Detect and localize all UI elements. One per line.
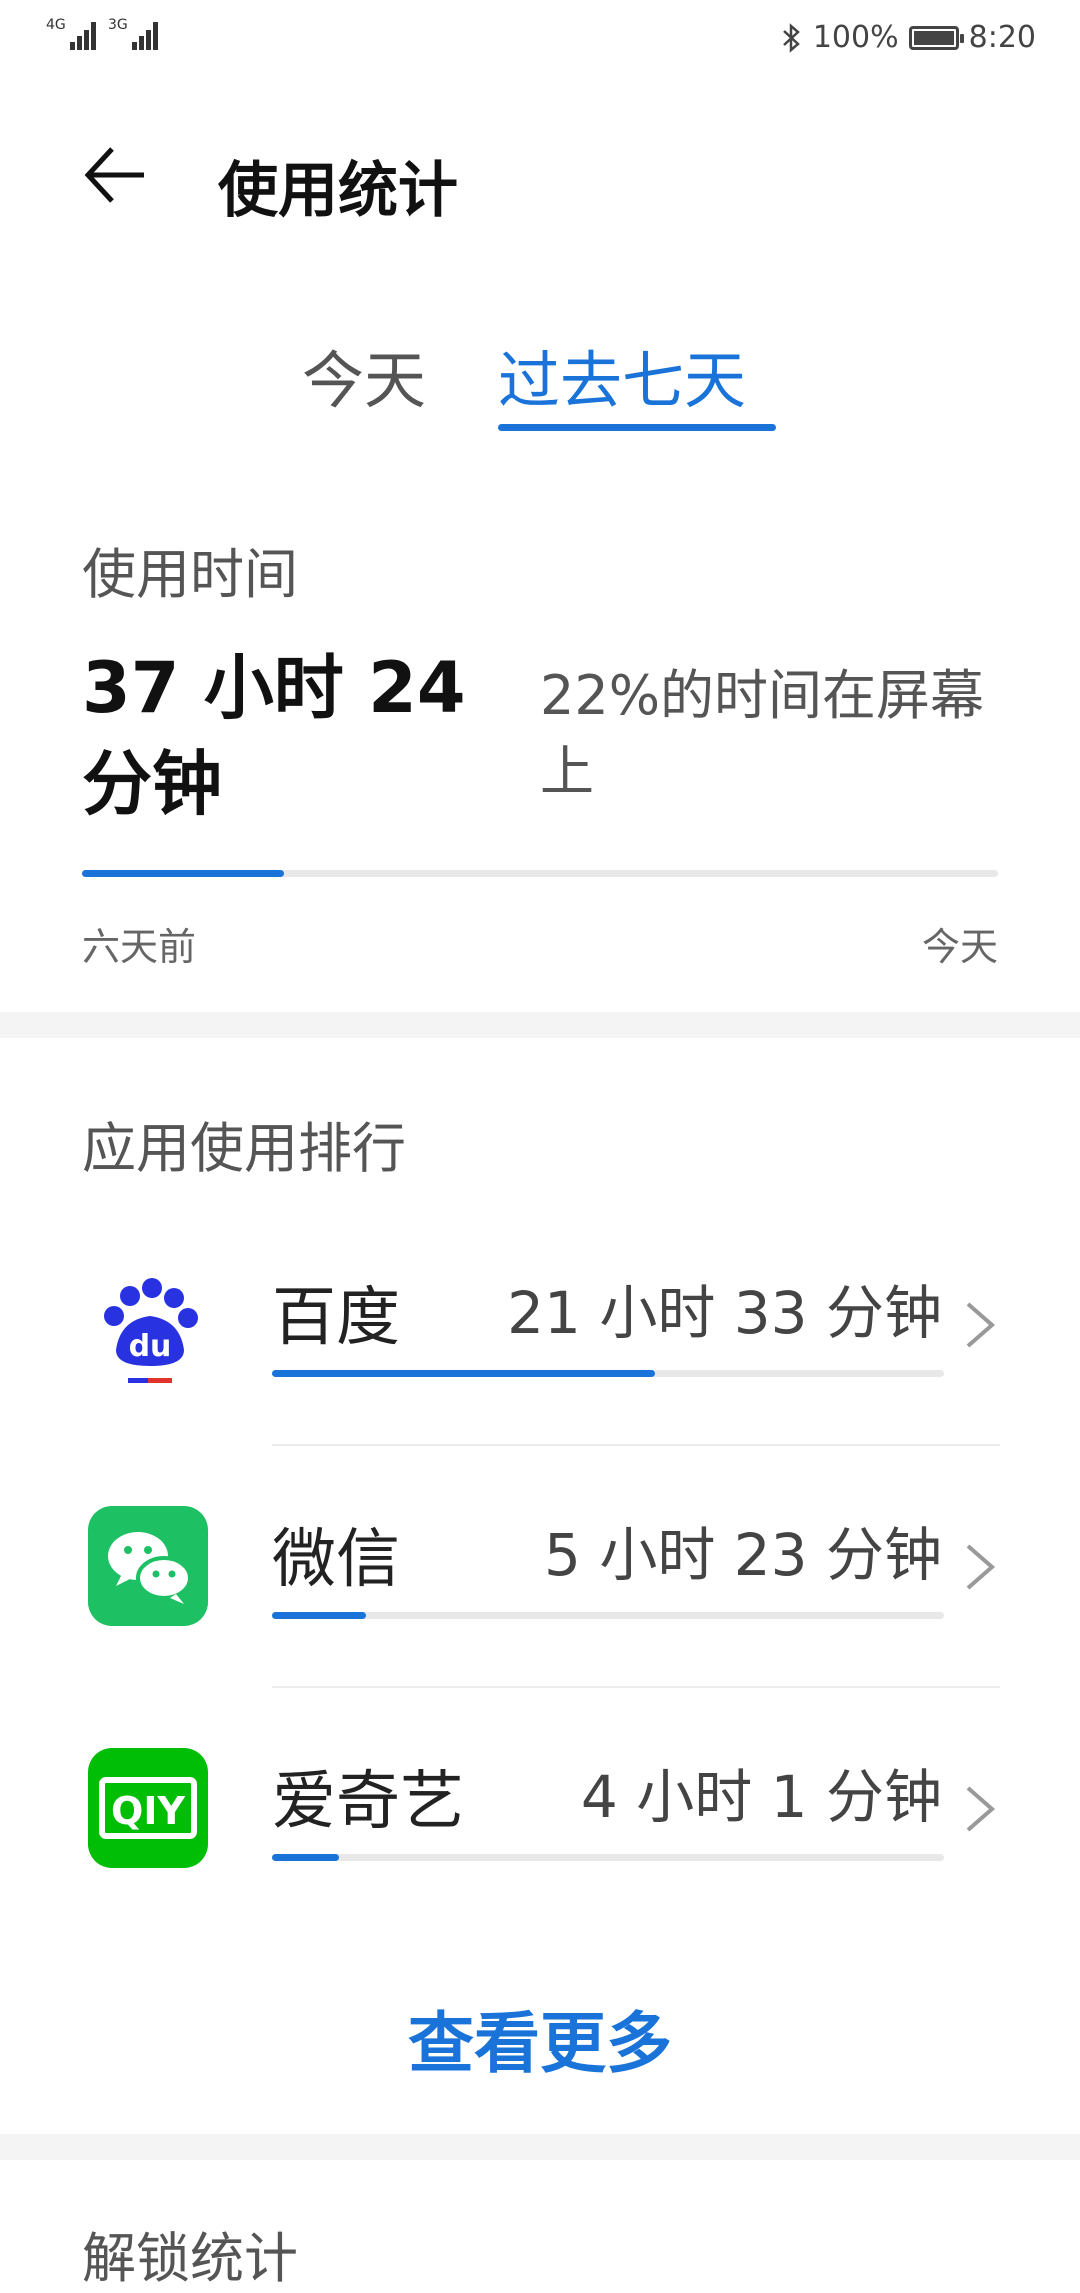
app-usage-track	[272, 1854, 944, 1861]
iqiyi-icon: QIY	[88, 1748, 208, 1868]
status-right: 100% 8:20	[781, 20, 1036, 55]
app-name: 微信	[272, 1523, 400, 1597]
battery-percent: 100%	[812, 20, 899, 55]
app-row-wechat[interactable]: 微信 5 小时 23 分钟	[0, 1472, 1080, 1672]
app-usage-track	[272, 1612, 944, 1619]
back-button[interactable]	[80, 140, 160, 220]
signal-sim1: 4G	[46, 18, 96, 50]
app-name: 爱奇艺	[272, 1765, 464, 1839]
app-duration: 4 小时 1 分钟	[580, 1763, 942, 1831]
axis-start-label: 六天前	[82, 925, 197, 969]
battery-level	[913, 30, 954, 45]
page-title: 使用统计	[218, 156, 458, 226]
bluetooth-icon	[782, 22, 800, 53]
tab-today[interactable]: 今天	[302, 330, 426, 420]
arrow-left-icon	[84, 147, 144, 203]
network-type-sim2: 3G	[108, 17, 128, 33]
row-divider	[272, 1686, 1000, 1688]
tab-active-indicator	[498, 424, 776, 431]
app-duration: 21 小时 33 分钟	[507, 1279, 942, 1347]
tab-past-seven-days[interactable]: 过去七天	[498, 330, 746, 420]
app-duration: 5 小时 23 分钟	[543, 1521, 942, 1589]
svg-text:du: du	[129, 1329, 172, 1364]
usage-time-label: 使用时间	[82, 543, 298, 606]
signal-sim2: 3G	[108, 18, 158, 50]
see-more-button[interactable]: 查看更多	[0, 1990, 1080, 2086]
screen-share-text: 22%的时间在屏幕上	[540, 664, 985, 803]
axis-end-label: 今天	[921, 925, 998, 969]
svg-text:QIY: QIY	[111, 1789, 185, 1833]
status-bar: 4G 3G 100% 8:20	[0, 0, 1080, 86]
app-usage-fill	[272, 1370, 656, 1377]
wechat-icon	[88, 1506, 208, 1626]
row-divider	[272, 1444, 1000, 1446]
baidu-icon: du	[90, 1270, 210, 1390]
usage-progress-track	[82, 870, 998, 877]
chevron-right-icon	[966, 1302, 996, 1348]
total-usage-time: 37 小时 24 分钟	[82, 647, 466, 825]
app-name: 百度	[272, 1281, 400, 1355]
app-row-iqiyi[interactable]: QIY 爱奇艺 4 小时 1 分钟	[0, 1714, 1080, 1914]
usage-progress-fill	[82, 870, 284, 877]
unlock-stats-label: 解锁统计	[82, 2227, 298, 2290]
chevron-right-icon	[966, 1786, 996, 1832]
section-divider	[0, 1012, 1080, 1038]
section-divider	[0, 2134, 1080, 2160]
network-type-sim1: 4G	[46, 17, 66, 33]
app-usage-track	[272, 1370, 944, 1377]
chevron-right-icon	[966, 1544, 996, 1590]
app-usage-fill	[272, 1612, 367, 1619]
app-usage-fill	[272, 1854, 340, 1861]
app-ranking-label: 应用使用排行	[82, 1117, 406, 1180]
clock: 8:20	[968, 20, 1036, 55]
app-row-baidu[interactable]: du 百度 21 小时 33 分钟	[0, 1230, 1080, 1430]
battery-icon	[908, 25, 964, 50]
